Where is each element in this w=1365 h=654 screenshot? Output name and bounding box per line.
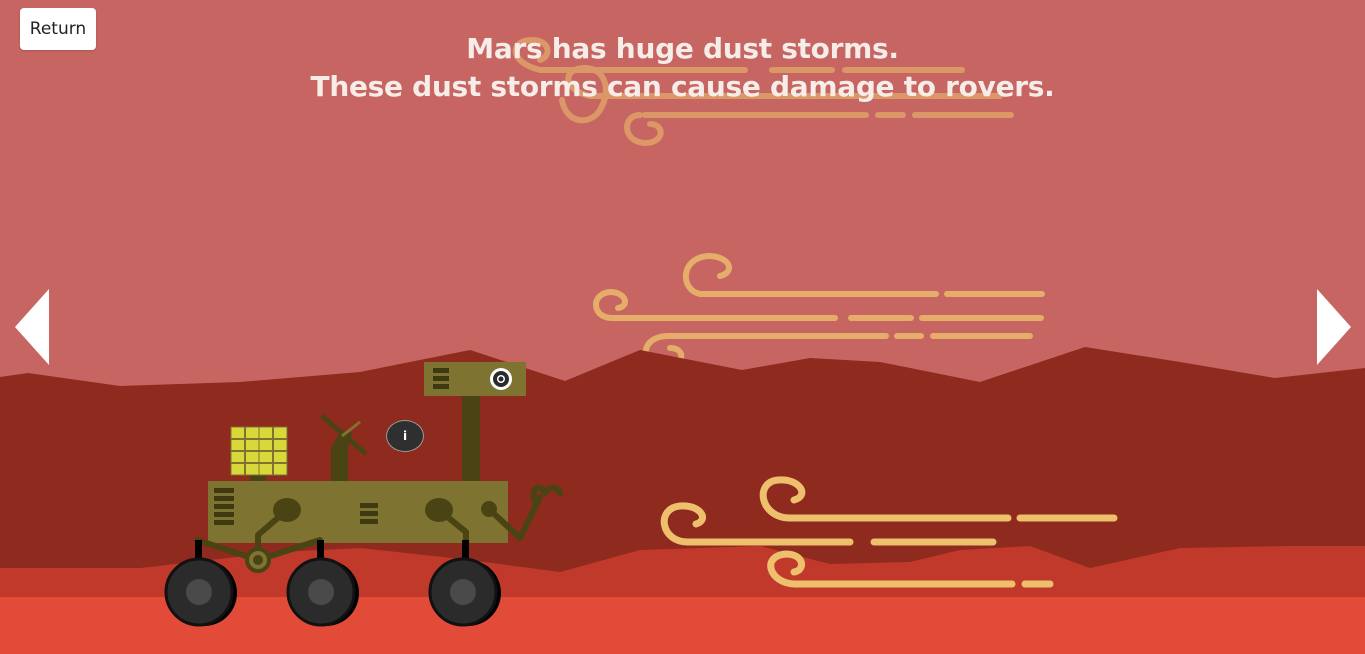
caption-line-2: These dust storms can cause damage to ro… <box>310 70 1055 103</box>
previous-slide-button[interactable] <box>14 288 50 366</box>
rover-wheel <box>286 557 359 627</box>
rover-wheel <box>164 557 237 627</box>
triangle-left-icon <box>15 289 49 365</box>
next-slide-button[interactable] <box>1316 288 1352 366</box>
rover-wheel <box>428 557 501 627</box>
rover-mast <box>462 392 480 484</box>
slide-caption: Mars has huge dust storms. These dust st… <box>0 30 1365 106</box>
info-button[interactable]: i <box>386 420 424 452</box>
triangle-right-icon <box>1317 289 1351 365</box>
caption-line-1: Mars has huge dust storms. <box>466 32 899 65</box>
